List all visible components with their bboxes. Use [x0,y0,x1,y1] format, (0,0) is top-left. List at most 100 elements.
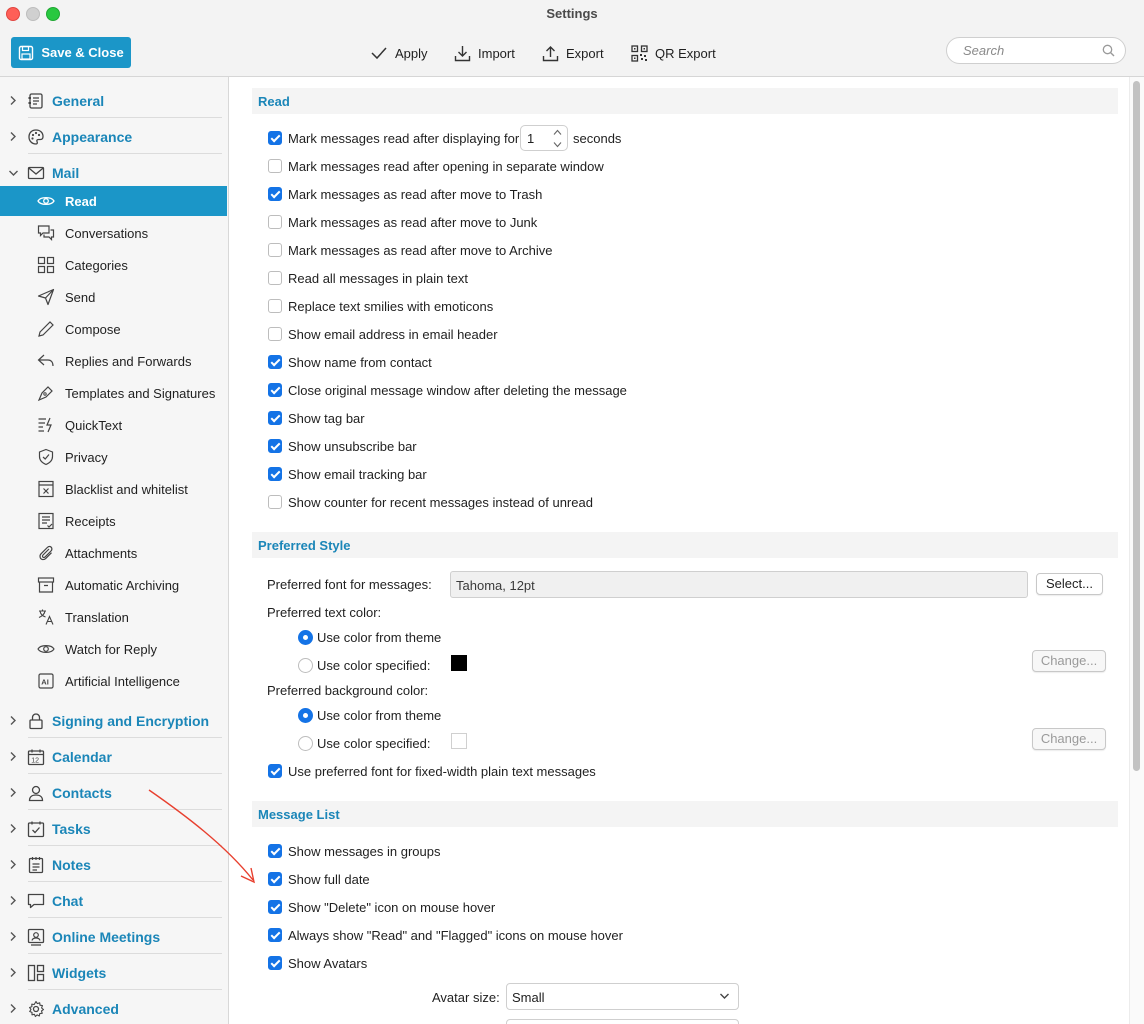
chevron-right-icon[interactable] [9,931,17,942]
option-mark-read-after-displaying[interactable]: Mark messages read after displaying for [268,128,519,148]
checkbox[interactable] [268,383,282,397]
sidebar-group-appearance[interactable]: Appearance [0,123,228,154]
export-button[interactable]: Export [542,43,604,63]
sidebar-group-notes[interactable]: Notes [0,851,228,882]
stepper-up-icon[interactable] [553,129,562,136]
checkbox[interactable] [268,299,282,313]
search-box[interactable] [946,37,1126,64]
sidebar-group-general[interactable]: General [0,87,228,118]
sidebar-group-advanced[interactable]: Advanced [0,995,228,1023]
save-close-button[interactable]: Save & Close [11,37,131,68]
sidebar-item-read[interactable]: Read [0,186,227,216]
checkbox[interactable] [268,764,282,778]
sidebar-item-translation[interactable]: Translation [0,602,227,632]
sidebar-item-templates-signatures[interactable]: Templates and Signatures [0,378,227,408]
checkbox[interactable] [268,467,282,481]
option-fixed-width-font[interactable]: Use preferred font for fixed-width plain… [268,761,596,781]
checkbox[interactable] [268,844,282,858]
chevron-right-icon[interactable] [9,859,17,870]
checkbox[interactable] [268,131,282,145]
checkbox[interactable] [268,411,282,425]
qr-export-button[interactable]: QR Export [631,43,716,63]
apply-button[interactable]: Apply [370,43,428,63]
sidebar-item-quicktext[interactable]: QuickText [0,410,227,440]
sidebar-item-attachments[interactable]: Attachments [0,538,227,568]
checkbox[interactable] [268,355,282,369]
select-font-button[interactable]: Select... [1036,573,1103,595]
chevron-right-icon[interactable] [9,131,17,142]
sidebar-item-receipts[interactable]: Receipts [0,506,227,536]
sidebar-group-widgets[interactable]: Widgets [0,959,228,990]
sidebar-item-send[interactable]: Send [0,282,227,312]
radio-button[interactable] [298,629,313,645]
sidebar-group-signing-encryption[interactable]: Signing and Encryption [0,707,228,738]
radio-button[interactable] [298,735,313,751]
sidebar-group-chat[interactable]: Chat [0,887,228,918]
chevron-down-icon[interactable] [8,169,19,177]
stepper-down-icon[interactable] [553,141,562,148]
checkbox[interactable] [268,495,282,509]
option-plain-text[interactable]: Read all messages in plain text [268,268,468,288]
chevron-right-icon[interactable] [9,1003,17,1014]
checkbox[interactable] [268,900,282,914]
sidebar-item-automatic-archiving[interactable]: Automatic Archiving [0,570,227,600]
chevron-right-icon[interactable] [9,715,17,726]
scrollbar-thumb[interactable] [1133,81,1140,771]
option-tracking-bar[interactable]: Show email tracking bar [268,464,427,484]
option-read-flagged-hover[interactable]: Always show "Read" and "Flagged" icons o… [268,925,623,945]
import-button[interactable]: Import [454,43,515,63]
radio-bg-color-theme[interactable]: Use color from theme [298,705,441,725]
option-recent-counter[interactable]: Show counter for recent messages instead… [268,492,593,512]
change-text-color-button[interactable]: Change... [1032,650,1106,672]
search-icon[interactable] [1102,44,1115,57]
option-full-date[interactable]: Show full date [268,869,370,889]
sidebar-group-online-meetings[interactable]: Online Meetings [0,923,228,954]
checkbox[interactable] [268,928,282,942]
option-unsubscribe-bar[interactable]: Show unsubscribe bar [268,436,417,456]
option-tag-bar[interactable]: Show tag bar [268,408,365,428]
chevron-right-icon[interactable] [9,95,17,106]
checkbox[interactable] [268,215,282,229]
text-color-swatch[interactable] [451,655,467,671]
radio-text-color-specified[interactable]: Use color specified: [298,655,430,675]
additional-select-partial[interactable] [506,1019,739,1024]
option-read-move-trash[interactable]: Mark messages as read after move to Tras… [268,184,542,204]
checkbox[interactable] [268,159,282,173]
chevron-right-icon[interactable] [9,967,17,978]
sidebar-group-tasks[interactable]: Tasks [0,815,228,846]
option-read-separate-window[interactable]: Mark messages read after opening in sepa… [268,156,604,176]
radio-bg-color-specified[interactable]: Use color specified: [298,733,430,753]
option-email-address-header[interactable]: Show email address in email header [268,324,498,344]
sidebar-item-artificial-intelligence[interactable]: AI Artificial Intelligence [0,666,227,696]
checkbox[interactable] [268,439,282,453]
option-close-after-delete[interactable]: Close original message window after dele… [268,380,627,400]
checkbox[interactable] [268,872,282,886]
sidebar-group-calendar[interactable]: 12 Calendar [0,743,228,774]
change-bg-color-button[interactable]: Change... [1032,728,1106,750]
sidebar-item-replies-forwards[interactable]: Replies and Forwards [0,346,227,376]
chevron-right-icon[interactable] [9,787,17,798]
chevron-right-icon[interactable] [9,751,17,762]
checkbox[interactable] [268,187,282,201]
radio-button[interactable] [298,657,313,673]
bg-color-swatch[interactable] [451,733,467,749]
sidebar-item-categories[interactable]: Categories [0,250,227,280]
option-read-move-junk[interactable]: Mark messages as read after move to Junk [268,212,537,232]
radio-text-color-theme[interactable]: Use color from theme [298,627,441,647]
sidebar-item-conversations[interactable]: Conversations [0,218,227,248]
option-read-move-archive[interactable]: Mark messages as read after move to Arch… [268,240,552,260]
option-delete-icon-hover[interactable]: Show "Delete" icon on mouse hover [268,897,495,917]
chevron-right-icon[interactable] [9,823,17,834]
sidebar-item-compose[interactable]: Compose [0,314,227,344]
checkbox[interactable] [268,327,282,341]
checkbox[interactable] [268,243,282,257]
checkbox[interactable] [268,271,282,285]
option-messages-in-groups[interactable]: Show messages in groups [268,841,440,861]
chevron-right-icon[interactable] [9,895,17,906]
radio-button[interactable] [298,707,313,723]
option-smilies[interactable]: Replace text smilies with emoticons [268,296,493,316]
sidebar-item-blacklist-whitelist[interactable]: Blacklist and whitelist [0,474,227,504]
sidebar-item-watch-for-reply[interactable]: Watch for Reply [0,634,227,664]
checkbox[interactable] [268,956,282,970]
seconds-stepper[interactable]: 1 [520,125,568,151]
